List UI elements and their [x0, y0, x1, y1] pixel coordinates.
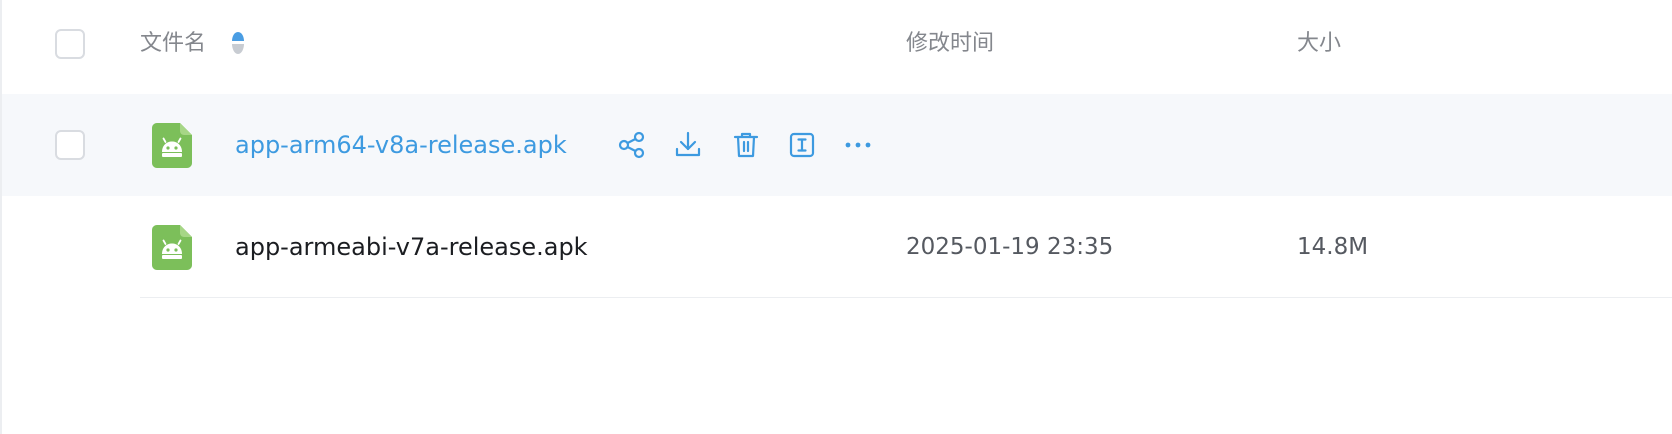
table-header: 文件名 修改时间 大小	[2, 0, 1672, 88]
row-checkbox[interactable]	[55, 130, 85, 160]
sort-icon[interactable]	[230, 28, 246, 58]
table-row[interactable]: app-armeabi-v7a-release.apk 2025-01-19 2…	[2, 196, 1672, 298]
file-name-link[interactable]: app-arm64-v8a-release.apk	[235, 128, 567, 162]
column-header-size[interactable]: 大小	[1297, 28, 1341, 60]
download-icon[interactable]	[672, 129, 704, 161]
rename-icon[interactable]	[786, 129, 818, 161]
file-size: 14.8M	[1297, 234, 1369, 260]
row-divider	[140, 297, 1672, 298]
column-header-modified[interactable]: 修改时间	[906, 28, 994, 60]
table-row[interactable]: app-arm64-v8a-release.apk	[2, 94, 1672, 196]
android-apk-file-icon	[152, 123, 192, 168]
modified-time: 2025-01-19 23:35	[906, 234, 1114, 260]
trash-icon[interactable]	[730, 129, 762, 161]
file-list: 文件名 修改时间 大小 app-arm64-v8a-release.apk ap…	[0, 0, 1672, 434]
share-icon[interactable]	[616, 129, 648, 161]
file-name-link[interactable]: app-armeabi-v7a-release.apk	[235, 230, 588, 264]
more-icon[interactable]	[842, 129, 874, 161]
android-apk-file-icon	[152, 225, 192, 270]
column-header-name[interactable]: 文件名	[140, 28, 206, 60]
select-all-checkbox[interactable]	[55, 29, 85, 59]
